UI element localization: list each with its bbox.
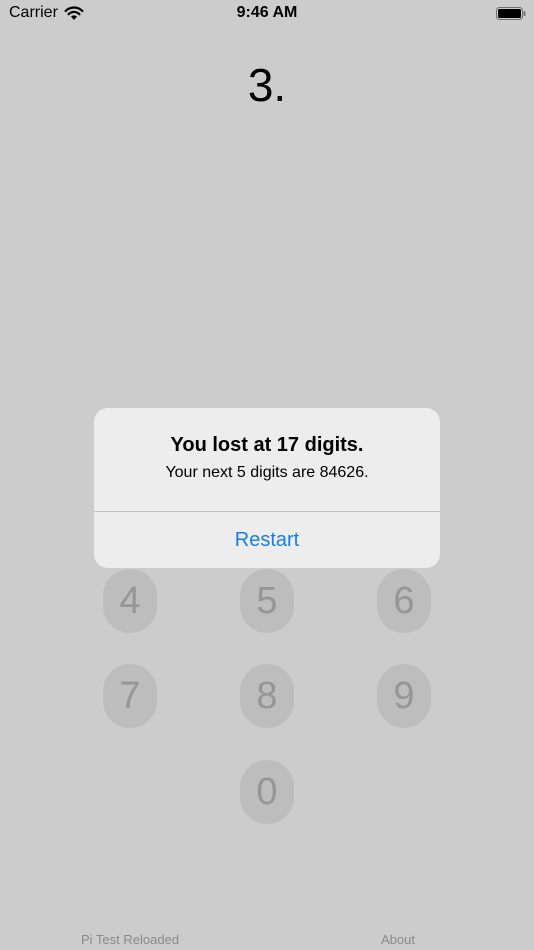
keypad-key-9[interactable]: 9	[377, 664, 431, 728]
keypad-key-0[interactable]: 0	[240, 760, 294, 824]
pi-digits-display: 3.	[247, 59, 287, 111]
keypad-key-8[interactable]: 8	[240, 664, 294, 728]
alert-message: Your next 5 digits are 84626.	[165, 464, 369, 481]
battery-full-icon	[496, 7, 526, 20]
keypad-key-6[interactable]: 6	[377, 569, 431, 633]
pi-test-reloaded-link[interactable]: Pi Test Reloaded	[81, 932, 179, 947]
status-bar: Carrier 9:46 AM	[0, 0, 534, 30]
keypad-key-7[interactable]: 7	[103, 664, 157, 728]
alert-title: You lost at 17 digits.	[170, 434, 364, 456]
keypad-key-5[interactable]: 5	[240, 569, 294, 633]
keypad-key-4[interactable]: 4	[103, 569, 157, 633]
status-time: 9:46 AM	[236, 4, 298, 21]
about-link[interactable]: About	[381, 932, 415, 947]
game-over-alert: You lost at 17 digits. Your next 5 digit…	[94, 408, 440, 568]
restart-button[interactable]: Restart	[94, 512, 440, 568]
